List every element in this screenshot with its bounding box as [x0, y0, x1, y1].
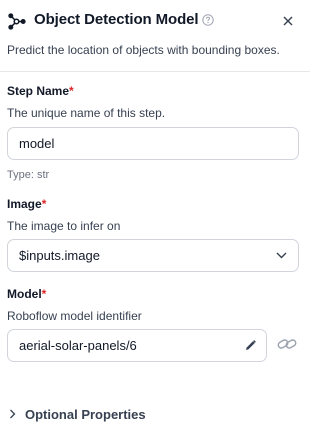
image-value: $inputs.image [19, 248, 100, 263]
step-name-label: Step Name* [7, 84, 74, 98]
required-mark: * [69, 84, 74, 98]
model-description: Roboflow model identifier [7, 309, 142, 323]
close-icon[interactable] [283, 16, 293, 26]
properties-panel: Object Detection Model Predict the locat… [0, 0, 310, 429]
panel-header: Object Detection Model Predict the locat… [0, 0, 310, 72]
optional-properties-toggle[interactable]: Optional Properties [9, 405, 146, 423]
optional-properties-label: Optional Properties [25, 406, 146, 422]
model-label-text: Model [7, 287, 42, 301]
required-mark: * [41, 197, 47, 211]
model-value: aerial-solar-panels/6 [19, 338, 137, 353]
step-name-type-hint: Type: str [7, 169, 50, 181]
question-circle-icon[interactable] [202, 14, 214, 26]
image-label: Image* [7, 197, 46, 211]
model-label: Model* [7, 287, 46, 301]
required-mark: * [41, 287, 47, 301]
chevron-right-icon [10, 409, 16, 419]
step-name-input[interactable]: model [7, 127, 299, 160]
image-label-text: Image [7, 197, 42, 211]
image-select[interactable]: $inputs.image [7, 239, 299, 272]
link-icon[interactable] [277, 336, 297, 352]
pencil-icon[interactable] [244, 339, 257, 352]
chevron-down-icon [276, 252, 287, 259]
graph-nodes-icon [8, 13, 26, 30]
step-name-description: The unique name of this step. [7, 106, 166, 120]
model-input[interactable]: aerial-solar-panels/6 [7, 329, 267, 362]
image-description: The image to infer on [7, 219, 121, 233]
panel-title: Object Detection Model [34, 11, 199, 28]
step-name-value: model [19, 136, 55, 151]
step-name-label-text: Step Name [7, 84, 70, 98]
panel-subtitle: Predict the location of objects with bou… [7, 43, 280, 57]
